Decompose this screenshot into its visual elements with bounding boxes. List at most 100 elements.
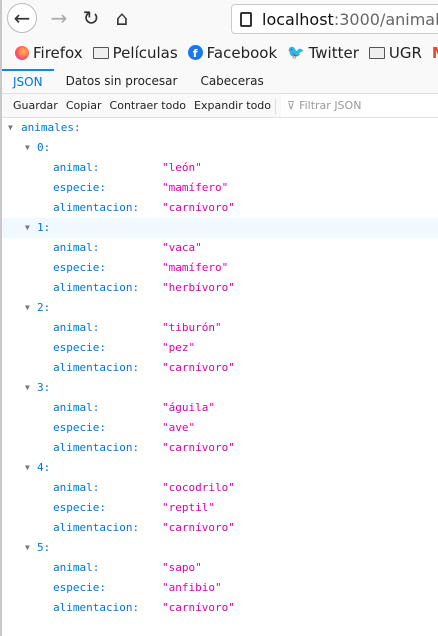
animal-value: "vaca": [162, 241, 202, 254]
especie-value: "reptil": [162, 501, 215, 514]
tree-row-index[interactable]: ▼ 5:: [2, 538, 438, 558]
especie-key: especie:: [53, 181, 106, 194]
divider: [275, 97, 277, 114]
alimentacion-key: alimentacion:: [53, 441, 140, 454]
tree-row-especie[interactable]: especie: "reptil": [2, 498, 438, 518]
facebook-icon: f: [187, 45, 203, 60]
tree-row-index[interactable]: ▼ 4:: [2, 458, 438, 478]
expand-triangle-icon[interactable]: ▼: [25, 378, 30, 398]
tree-row-alimentacion[interactable]: alimentacion: "carnívoro": [2, 598, 438, 618]
navigation-bar: ← → ↻ ⌂ localhost:3000/animals: [2, 0, 438, 36]
url-host: localhost: [262, 9, 334, 29]
expand-triangle-icon[interactable]: ▼: [25, 538, 30, 558]
alimentacion-key: alimentacion:: [53, 361, 140, 374]
filter-placeholder: Filtrar JSON: [299, 99, 362, 112]
index-key: 3:: [37, 381, 51, 394]
bookmark-ugr[interactable]: UGR: [368, 43, 422, 62]
animal-key: animal:: [53, 241, 100, 254]
gmail-icon[interactable]: M: [432, 44, 438, 62]
especie-value: "pez": [162, 341, 196, 354]
bookmark-label: UGR: [388, 43, 422, 62]
expand-triangle-icon[interactable]: ▼: [25, 138, 30, 158]
tree-row-animal[interactable]: animal: "sapo": [2, 558, 438, 578]
animal-key: animal:: [53, 401, 100, 414]
tree-row-animal[interactable]: animal: "león": [2, 158, 438, 178]
especie-key: especie:: [53, 501, 106, 514]
tree-row-especie[interactable]: especie: "ave": [2, 418, 438, 438]
especie-value: "anfibio": [162, 581, 222, 594]
index-key: 4:: [37, 461, 51, 474]
url-bar[interactable]: localhost:3000/animals: [231, 4, 438, 34]
tree-row-index[interactable]: ▼ 1:: [2, 218, 438, 238]
save-button[interactable]: Guardar: [13, 99, 58, 112]
filter-json-input[interactable]: ⊽ Filtrar JSON: [281, 94, 438, 117]
tree-row-animal[interactable]: animal: "vaca": [2, 238, 438, 258]
animal-key: animal:: [53, 481, 100, 494]
folder-icon: [368, 46, 385, 59]
back-arrow-icon[interactable]: ←: [7, 3, 37, 33]
expand-triangle-icon[interactable]: ▼: [25, 218, 30, 238]
json-toolbar: Guardar Copiar Contraer todo Expandir to…: [2, 94, 438, 118]
tree-row-especie[interactable]: especie: "mamífero": [2, 178, 438, 198]
tree-row-animal[interactable]: animal: "tiburón": [2, 318, 438, 338]
tree-row-animal[interactable]: animal: "cocodrilo": [2, 478, 438, 498]
bookmark-firefox[interactable]: Firefox: [15, 44, 83, 62]
animal-value: "águila": [162, 401, 215, 414]
expand-triangle-icon[interactable]: ▼: [8, 118, 13, 138]
especie-key: especie:: [53, 421, 106, 434]
tree-row-alimentacion[interactable]: alimentacion: "carnívoro": [2, 198, 438, 218]
expand-triangle-icon[interactable]: ▼: [25, 298, 30, 318]
index-key: 0:: [37, 141, 51, 154]
tree-row-index[interactable]: ▼ 2:: [2, 298, 438, 318]
firefox-icon: [15, 45, 29, 60]
copy-button[interactable]: Copiar: [66, 99, 102, 112]
tree-row-alimentacion[interactable]: alimentacion: "carnívoro": [2, 518, 438, 538]
filter-icon: ⊽: [287, 99, 296, 112]
alimentacion-key: alimentacion:: [53, 281, 140, 294]
alimentacion-value: "herbívoro": [162, 281, 235, 294]
folder-icon: [92, 46, 109, 59]
tree-row-animal[interactable]: animal: "águila": [2, 398, 438, 418]
animal-value: "cocodrilo": [162, 481, 235, 494]
tree-row-alimentacion[interactable]: alimentacion: "carnívoro": [2, 358, 438, 378]
bookmark-facebook[interactable]: f Facebook: [187, 43, 278, 62]
expand-triangle-icon[interactable]: ▼: [25, 458, 30, 478]
bookmark-peliculas[interactable]: Películas: [92, 43, 178, 62]
index-key: 1:: [37, 221, 51, 234]
tree-row-alimentacion[interactable]: alimentacion: "herbívoro": [2, 278, 438, 298]
home-icon[interactable]: ⌂: [107, 3, 137, 33]
alimentacion-value: "carnívoro": [162, 601, 235, 614]
alimentacion-value: "carnívoro": [162, 441, 235, 454]
especie-value: "ave": [162, 421, 196, 434]
animal-key: animal:: [53, 321, 100, 334]
tree-row-root[interactable]: ▼ animales:: [2, 118, 438, 138]
especie-value: "mamífero": [162, 181, 229, 194]
tab-headers[interactable]: Cabeceras: [189, 69, 274, 93]
tab-json[interactable]: JSON: [2, 69, 54, 93]
alimentacion-value: "carnívoro": [162, 361, 235, 374]
tab-raw-data[interactable]: Datos sin procesar: [55, 69, 189, 93]
tree-row-index[interactable]: ▼ 0:: [2, 138, 438, 158]
alimentacion-key: alimentacion:: [53, 601, 140, 614]
url-path: :3000/animals: [333, 9, 438, 29]
especie-key: especie:: [53, 341, 106, 354]
bookmarks-bar: Firefox Películas f Facebook 🐦 Twitter UGR…: [2, 36, 438, 69]
json-tree: ▼ animales: ▼ 0: animal: "león" especie:…: [2, 118, 438, 618]
especie-key: especie:: [53, 581, 106, 594]
tree-row-especie[interactable]: especie: "anfibio": [2, 578, 438, 598]
tree-row-index[interactable]: ▼ 3:: [2, 378, 438, 398]
bookmark-label: Facebook: [206, 43, 278, 62]
especie-value: "mamífero": [162, 261, 229, 274]
especie-key: especie:: [53, 261, 106, 274]
expand-all-button[interactable]: Expandir todo: [194, 99, 271, 112]
bookmark-label: Películas: [112, 43, 178, 62]
collapse-all-button[interactable]: Contraer todo: [110, 99, 187, 112]
twitter-icon: 🐦: [287, 44, 305, 61]
tree-row-alimentacion[interactable]: alimentacion: "carnívoro": [2, 438, 438, 458]
bookmark-twitter[interactable]: 🐦 Twitter: [287, 44, 359, 62]
tree-row-especie[interactable]: especie: "mamífero": [2, 258, 438, 278]
animal-key: animal:: [53, 561, 100, 574]
tree-row-especie[interactable]: especie: "pez": [2, 338, 438, 358]
forward-arrow-icon[interactable]: →: [44, 3, 74, 33]
reload-icon[interactable]: ↻: [76, 3, 106, 33]
